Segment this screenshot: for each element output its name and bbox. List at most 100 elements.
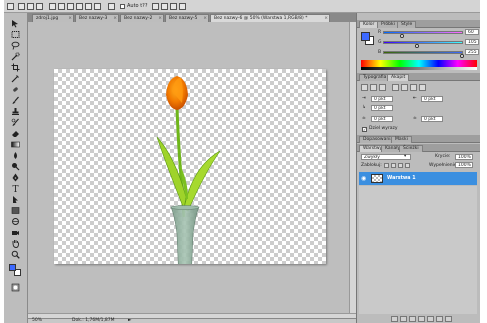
close-icon[interactable]: × [324,15,328,22]
shape-custom-icon[interactable] [94,3,101,10]
brush-icon[interactable] [11,96,20,105]
hand-icon[interactable] [11,239,20,248]
pen-icon[interactable] [11,173,20,182]
tab-doc-4[interactable]: Bez nazwy-5 × [165,14,209,22]
fill-field[interactable]: 100% [455,162,473,168]
mode-add-icon[interactable] [27,3,34,10]
align-right-icon[interactable] [379,84,386,91]
lasso-icon[interactable] [11,41,20,50]
lock-pixels-icon[interactable] [391,163,396,168]
add-mask-icon[interactable] [409,316,416,322]
lock-position-icon[interactable] [398,163,403,168]
justify-center-icon[interactable] [401,84,408,91]
justify-all-icon[interactable] [419,84,426,91]
slider-g[interactable] [383,41,463,44]
auto-checkbox[interactable] [120,4,125,9]
marquee-icon[interactable] [11,30,20,39]
adjustment-layer-icon[interactable] [418,316,425,322]
tab-paragraph[interactable]: Akapit [387,74,410,81]
close-icon[interactable]: × [68,15,72,22]
quick-select-icon[interactable] [11,52,20,61]
delete-layer-icon[interactable] [445,316,452,322]
shape-ellipse-icon[interactable] [67,3,74,10]
vertical-scrollbar[interactable] [349,22,356,318]
channel-g-value[interactable]: 105 [465,39,479,45]
mode-new-selection-icon[interactable] [18,3,25,10]
slider-r-knob[interactable] [400,34,404,38]
eyedropper-icon[interactable] [11,74,20,83]
history-brush-icon[interactable] [11,118,20,127]
3d-camera-icon[interactable] [11,228,20,237]
align-left-icon[interactable] [361,84,368,91]
channel-r-value[interactable]: 60 [465,29,479,35]
type-icon[interactable]: T [11,184,20,193]
tab-doc-active[interactable]: Bez nazwy-6 @ 50% (Warstwa 1,RGB/8) * × [210,14,330,22]
lock-transparent-icon[interactable] [384,163,389,168]
lock-all-icon[interactable] [405,163,410,168]
color-fg-swatch[interactable] [361,32,370,41]
3d-rotate-icon[interactable] [11,217,20,226]
tab-paths[interactable]: Ścieżki [399,145,423,152]
new-group-icon[interactable] [427,316,434,322]
slider-b-knob[interactable] [460,54,464,58]
layer-name[interactable]: Warstwa 1 [387,176,416,181]
indent-left-field[interactable]: 0 pkt [371,96,393,102]
mode-subtract-icon[interactable] [36,3,43,10]
slider-g-knob[interactable] [415,44,419,48]
zoom-level[interactable]: 50% [32,318,42,323]
space-after-field[interactable]: 0 pkt [421,116,443,122]
foreground-color-swatch[interactable] [9,264,16,271]
align-center-icon[interactable] [370,84,377,91]
shape-rounded-icon[interactable] [58,3,65,10]
shape-line-icon[interactable] [85,3,92,10]
zoom-icon[interactable] [11,250,20,259]
shape-icon[interactable] [11,206,20,215]
channel-b-value[interactable]: 255 [465,49,479,55]
close-icon[interactable]: × [113,15,117,22]
transform-icon[interactable] [179,3,186,10]
eye-icon[interactable]: ◉ [361,175,366,182]
indent-right-field[interactable]: 0 pkt [421,96,443,102]
gradient-icon[interactable] [11,140,20,149]
tab-doc-2[interactable]: Bez nazwy-3 × [75,14,119,22]
move-icon[interactable] [11,19,20,28]
path-select-icon[interactable] [11,195,20,204]
blur-icon[interactable] [11,151,20,160]
brush-preset-icon[interactable] [7,3,14,10]
slider-r[interactable] [383,31,463,34]
layer-row[interactable]: ◉ Warstwa 1 [359,172,477,185]
justify-left-icon[interactable] [392,84,399,91]
hyphenate-checkbox[interactable]: ✓ [362,127,367,132]
stamp-icon[interactable] [11,107,20,116]
tab-swatches[interactable]: Próbki [377,21,399,28]
quick-mask-icon[interactable] [11,283,20,292]
opacity-field[interactable]: 100% [455,154,473,160]
new-layer-icon[interactable] [436,316,443,322]
tab-doc-1[interactable]: zdroj1.jpg × [32,14,74,22]
crop-icon[interactable] [11,63,20,72]
distribute-icon[interactable] [161,3,168,10]
slider-b[interactable] [383,51,463,54]
tab-character[interactable]: Typografia [359,74,391,81]
canvas[interactable] [54,69,326,282]
layer-style-icon[interactable] [400,316,407,322]
status-arrow-icon[interactable]: ► [128,318,131,323]
healing-icon[interactable] [11,85,20,94]
grayscale-ramp[interactable] [361,67,477,70]
space-before-field[interactable]: 0 pkt [371,116,393,122]
tab-color[interactable]: Kolor [359,21,379,28]
dodge-icon[interactable] [11,162,20,171]
tab-styles[interactable]: Style [397,21,417,28]
eraser-icon[interactable] [11,129,20,138]
link-layers-icon[interactable] [391,316,398,322]
close-icon[interactable]: × [158,15,162,22]
close-icon[interactable]: × [203,15,207,22]
shape-rect-icon[interactable] [49,3,56,10]
indent-first-field[interactable]: 0 pkt [371,105,393,111]
shape-polygon-icon[interactable] [76,3,83,10]
color-spectrum[interactable] [361,60,477,67]
justify-right-icon[interactable] [410,84,417,91]
align-icon[interactable] [152,3,159,10]
tab-doc-3[interactable]: Bez nazwy-2 × [120,14,164,22]
tab-masks[interactable]: Maski [391,136,412,143]
